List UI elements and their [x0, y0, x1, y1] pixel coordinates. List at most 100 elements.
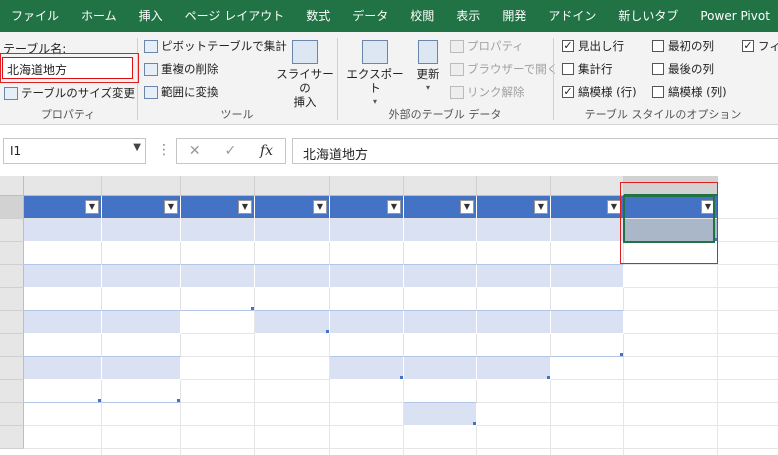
table-cell[interactable] [477, 242, 551, 265]
column-header-a[interactable] [24, 176, 102, 196]
filter-button-checkbox[interactable]: ✓ フィ [742, 38, 778, 54]
table-cell[interactable] [102, 380, 181, 403]
tab-view[interactable]: 表示 [445, 0, 491, 32]
table-resize-handle[interactable] [177, 399, 180, 402]
table-cell[interactable] [24, 357, 102, 380]
table-cell[interactable] [404, 288, 477, 311]
tab-new[interactable]: 新しいタブ [607, 0, 689, 32]
row-header[interactable] [0, 380, 24, 403]
table-cell[interactable] [404, 311, 477, 334]
row-header[interactable] [0, 426, 24, 449]
table-cell[interactable] [404, 357, 477, 380]
refresh-button[interactable]: 更新 ▾ [410, 40, 446, 95]
column-header-c[interactable] [181, 176, 255, 196]
column-header-f[interactable] [404, 176, 477, 196]
tab-power-pivot[interactable]: Power Pivot [689, 0, 778, 32]
row-header[interactable] [0, 357, 24, 380]
tab-developer[interactable]: 開発 [491, 0, 537, 32]
total-row-checkbox[interactable]: 集計行 [562, 61, 613, 77]
table-cell[interactable] [102, 265, 181, 288]
table-header-cell[interactable]: ▼ [477, 196, 551, 219]
table-header-cell[interactable]: ▼ [255, 196, 330, 219]
properties-button[interactable]: プロパティ [450, 38, 524, 54]
resize-table-button[interactable]: テーブルのサイズ変更 [4, 85, 135, 101]
table-cell[interactable] [477, 265, 551, 288]
column-header-h[interactable] [551, 176, 624, 196]
table-header-cell[interactable]: ▼ [404, 196, 477, 219]
table-cell[interactable] [330, 265, 404, 288]
table-cell[interactable] [102, 311, 181, 334]
table-cell[interactable] [181, 288, 255, 311]
row-header[interactable] [0, 403, 24, 426]
name-box[interactable]: I1 ▼ [3, 138, 146, 164]
table-cell[interactable] [477, 219, 551, 242]
open-in-browser-button[interactable]: ブラウザーで開く [450, 61, 558, 77]
tab-data[interactable]: データ [341, 0, 399, 32]
tab-formulas[interactable]: 数式 [295, 0, 341, 32]
header-row-checkbox[interactable]: ✓ 見出し行 [562, 38, 624, 54]
table-cell[interactable] [330, 242, 404, 265]
table-cell[interactable] [24, 288, 102, 311]
table-cell[interactable] [102, 219, 181, 242]
filter-dropdown-icon[interactable]: ▼ [534, 200, 548, 214]
spreadsheet-grid[interactable]: ▼ ▼ ▼ ▼ ▼ ▼ ▼ ▼ ▼ [0, 176, 778, 455]
table-cell[interactable] [477, 311, 551, 334]
table-cell[interactable] [404, 265, 477, 288]
pivot-summary-button[interactable]: ピボットテーブルで集計 [144, 38, 287, 54]
table-cell[interactable] [551, 265, 624, 288]
table-cell[interactable] [404, 219, 477, 242]
filter-dropdown-icon[interactable]: ▼ [387, 200, 401, 214]
table-cell[interactable] [24, 380, 102, 403]
filter-dropdown-icon[interactable]: ▼ [85, 200, 99, 214]
tab-file[interactable]: ファイル [0, 0, 70, 32]
column-header-d[interactable] [255, 176, 330, 196]
table-header-cell[interactable]: ▼ [102, 196, 181, 219]
table-header-cell[interactable]: ▼ [330, 196, 404, 219]
filter-dropdown-icon[interactable]: ▼ [164, 200, 178, 214]
table-cell[interactable] [24, 311, 102, 334]
table-cell[interactable] [404, 403, 477, 426]
filter-dropdown-icon[interactable]: ▼ [313, 200, 327, 214]
filter-dropdown-icon[interactable]: ▼ [238, 200, 252, 214]
table-cell[interactable] [551, 219, 624, 242]
convert-to-range-button[interactable]: 範囲に変換 [144, 84, 219, 100]
filter-dropdown-icon[interactable]: ▼ [607, 200, 621, 214]
tab-home[interactable]: ホーム [70, 0, 128, 32]
banded-rows-checkbox[interactable]: ✓ 縞模様 (行) [562, 84, 637, 100]
row-header[interactable] [0, 219, 24, 242]
table-cell[interactable] [477, 357, 551, 380]
table-cell[interactable] [255, 219, 330, 242]
table-cell[interactable] [255, 265, 330, 288]
unlink-button[interactable]: リンク解除 [450, 84, 525, 100]
insert-slicer-button[interactable]: スライサーの 挿入 [274, 40, 336, 109]
enter-icon[interactable]: ✓ [224, 143, 236, 159]
table-header-cell[interactable]: ▼ [181, 196, 255, 219]
table-cell[interactable] [255, 311, 330, 334]
table-cell[interactable] [181, 242, 255, 265]
table-cell[interactable] [404, 334, 477, 357]
cancel-icon[interactable]: ✕ [189, 143, 201, 159]
banded-columns-checkbox[interactable]: 縞模様 (列) [652, 84, 727, 100]
table-cell[interactable] [102, 357, 181, 380]
column-header-b[interactable] [102, 176, 181, 196]
insert-function-icon[interactable]: fx [260, 143, 273, 159]
column-header-g[interactable] [477, 176, 551, 196]
table-cell[interactable] [551, 311, 624, 334]
table-cell[interactable] [330, 357, 404, 380]
row-header[interactable] [0, 265, 24, 288]
table-cell[interactable] [102, 334, 181, 357]
table-header-cell[interactable]: ▼ [24, 196, 102, 219]
table-cell[interactable] [255, 242, 330, 265]
select-all-corner[interactable] [0, 176, 24, 196]
table-header-cell[interactable]: ▼ [551, 196, 624, 219]
first-column-checkbox[interactable]: 最初の列 [652, 38, 714, 54]
table-cell[interactable] [330, 334, 404, 357]
table-cell[interactable] [551, 242, 624, 265]
remove-duplicates-button[interactable]: 重複の削除 [144, 61, 219, 77]
table-cell[interactable] [181, 219, 255, 242]
table-cell[interactable] [102, 242, 181, 265]
table-cell[interactable] [477, 334, 551, 357]
row-header[interactable] [0, 311, 24, 334]
chevron-down-icon[interactable]: ▼ [133, 142, 141, 153]
table-cell[interactable] [330, 219, 404, 242]
